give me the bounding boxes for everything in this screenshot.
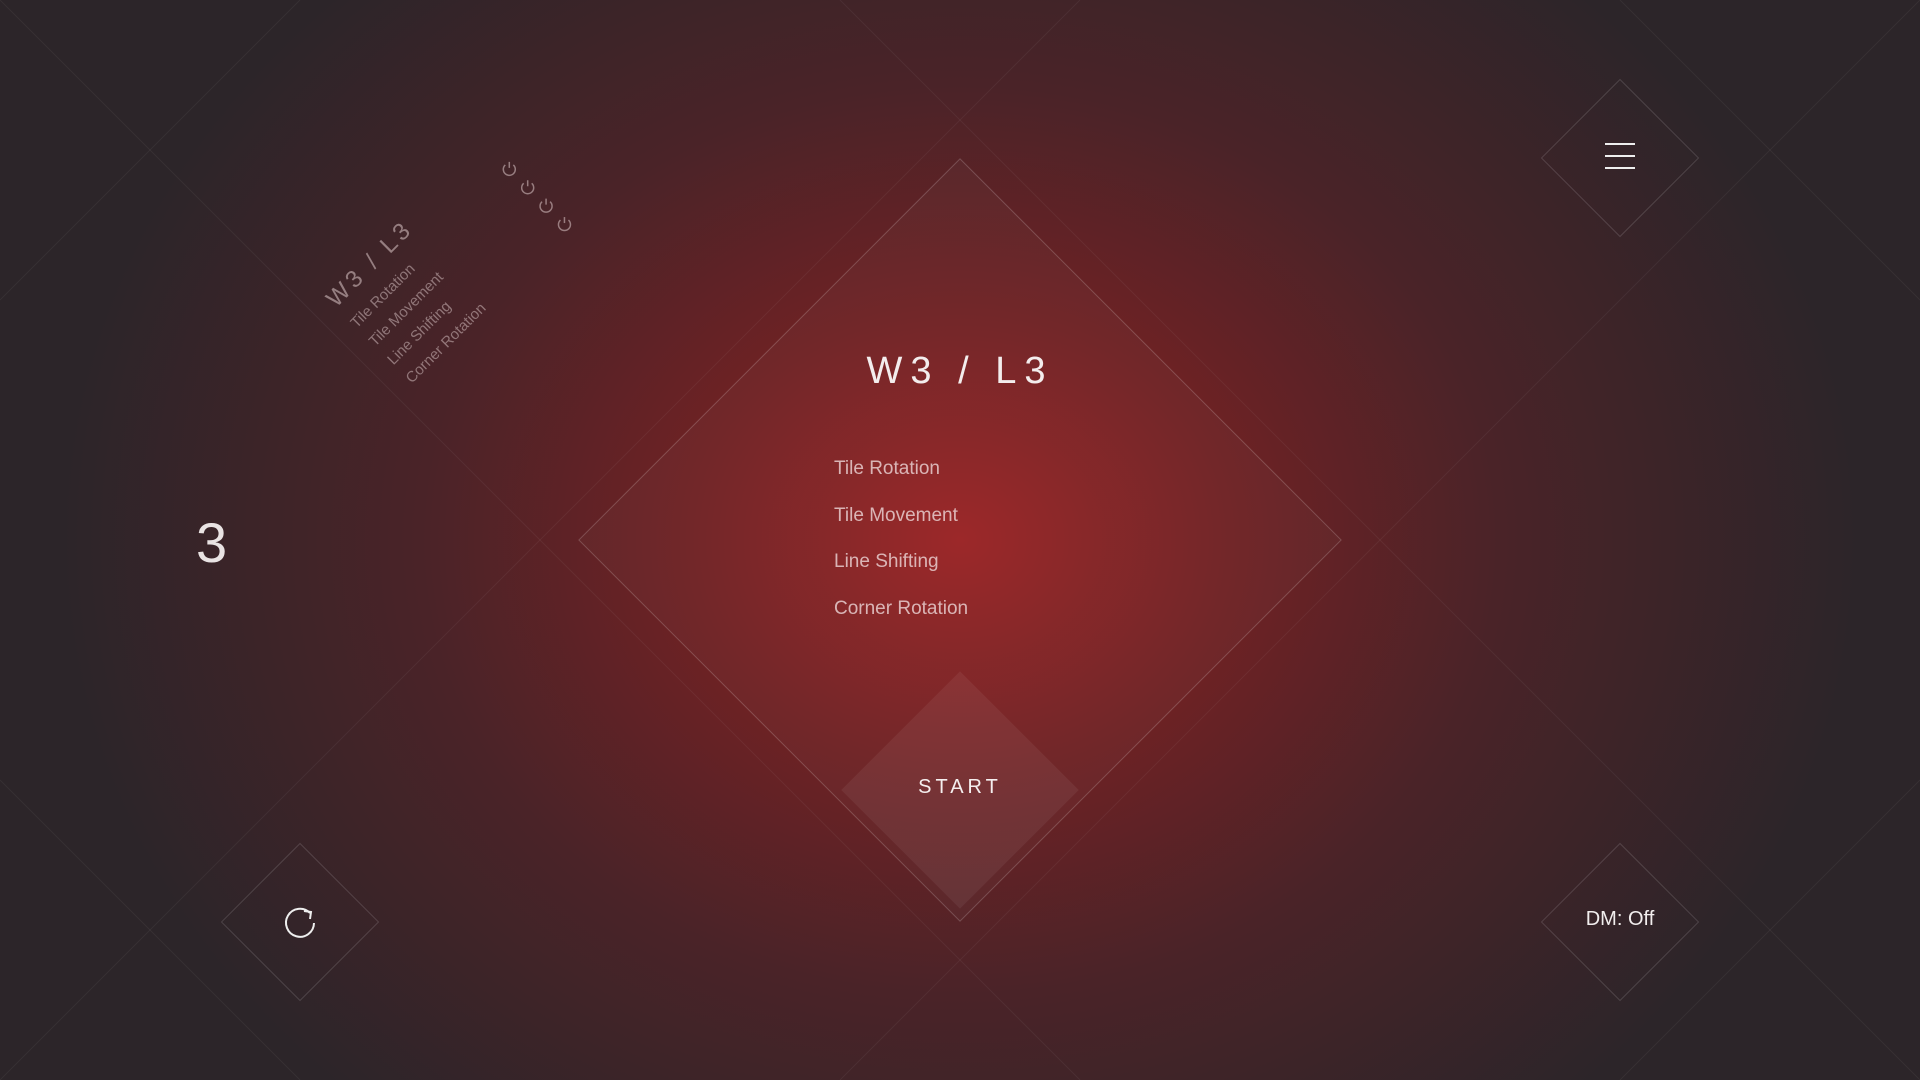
level-title: W3 / L3: [866, 350, 1054, 392]
mechanic-item: Corner Rotation: [834, 597, 969, 619]
mechanic-item: Tile Movement: [834, 504, 958, 526]
power-icon: [539, 198, 553, 213]
mechanics-list: Tile Rotation Tile Movement Line Shiftin…: [834, 454, 968, 640]
hamburger-icon: [1605, 143, 1635, 179]
power-icon: [520, 180, 535, 195]
world-number: 3: [196, 511, 228, 574]
power-icon: [557, 217, 572, 232]
power-icon: [502, 161, 517, 177]
mechanic-item: Line Shifting: [834, 551, 939, 572]
mechanic-item: Tile Rotation: [834, 458, 940, 479]
